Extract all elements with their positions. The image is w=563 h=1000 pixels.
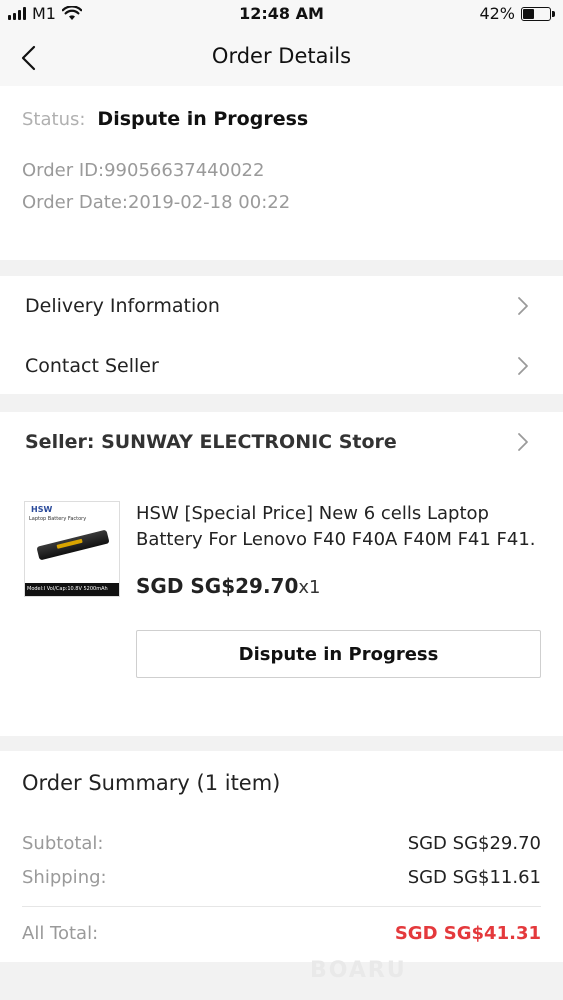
product-quantity: x1 <box>298 577 321 598</box>
seller-product-card: Seller: SUNWAY ELECTRONIC Store HSW Lapt… <box>0 412 563 736</box>
order-summary-card: Order Summary (1 item) Subtotal: SGD SG$… <box>0 751 563 962</box>
subtotal-label: Subtotal: <box>22 833 104 854</box>
subtotal-row: Subtotal: SGD SG$29.70 <box>22 833 541 854</box>
shipping-row: Shipping: SGD SG$11.61 <box>22 867 541 888</box>
total-row: All Total: SGD SG$41.31 <box>22 923 541 944</box>
summary-divider <box>22 906 541 907</box>
contact-seller-row[interactable]: Contact Seller <box>0 336 563 396</box>
thumbnail-footer: Model:I Vol/Cap:10.8V 5200mAh <box>25 583 119 596</box>
product-thumbnail[interactable]: HSW Laptop Battery Factory Model:I Vol/C… <box>24 501 120 597</box>
status-row: Status: Dispute in Progress <box>22 108 308 130</box>
battery-product-image <box>36 529 110 561</box>
thumbnail-brand: HSW <box>31 505 53 514</box>
status-right: 42% <box>479 4 555 23</box>
product-title[interactable]: HSW [Special Price] New 6 cells Laptop B… <box>136 501 536 553</box>
thumbnail-subtitle: Laptop Battery Factory <box>29 516 87 522</box>
chevron-right-icon <box>518 297 528 315</box>
order-date: Order Date:2019-02-18 00:22 <box>22 192 291 213</box>
subtotal-value: SGD SG$29.70 <box>407 833 541 854</box>
battery-icon <box>521 6 555 21</box>
product-title-line-1: HSW [Special Price] New 6 cells Laptop <box>136 503 489 524</box>
watermark: BOARU <box>310 958 407 983</box>
status-bar: M1 12:48 AM 42% <box>0 0 563 30</box>
order-id: Order ID:99056637440022 <box>22 160 265 181</box>
contact-seller-label: Contact Seller <box>25 355 159 377</box>
shipping-label: Shipping: <box>22 867 107 888</box>
status-value: Dispute in Progress <box>97 108 309 130</box>
delivery-information-label: Delivery Information <box>25 295 220 317</box>
shipping-value: SGD SG$11.61 <box>407 867 541 888</box>
price-row: SGD SG$29.70 x1 <box>136 574 321 598</box>
page-title: Order Details <box>211 44 352 68</box>
product-price: SGD SG$29.70 <box>136 574 299 598</box>
delivery-information-row[interactable]: Delivery Information <box>0 276 563 336</box>
chevron-right-icon <box>518 433 528 451</box>
links-card: Delivery Information Contact Seller <box>0 276 563 394</box>
total-label: All Total: <box>22 923 99 944</box>
total-value: SGD SG$41.31 <box>394 923 541 944</box>
order-summary-title: Order Summary (1 item) <box>22 771 281 795</box>
order-status-card: Status: Dispute in Progress Order ID:990… <box>0 86 563 260</box>
product-title-line-2: Battery For Lenovo F40 F40A F40M F41 F41… <box>136 529 536 550</box>
seller-row[interactable]: Seller: SUNWAY ELECTRONIC Store <box>0 412 563 472</box>
chevron-right-icon <box>518 357 528 375</box>
nav-bar: Order Details <box>0 30 563 86</box>
dispute-in-progress-button[interactable]: Dispute in Progress <box>136 630 541 678</box>
battery-percent: 42% <box>479 4 515 23</box>
status-label: Status: <box>22 109 86 130</box>
seller-name: Seller: SUNWAY ELECTRONIC Store <box>25 431 397 453</box>
